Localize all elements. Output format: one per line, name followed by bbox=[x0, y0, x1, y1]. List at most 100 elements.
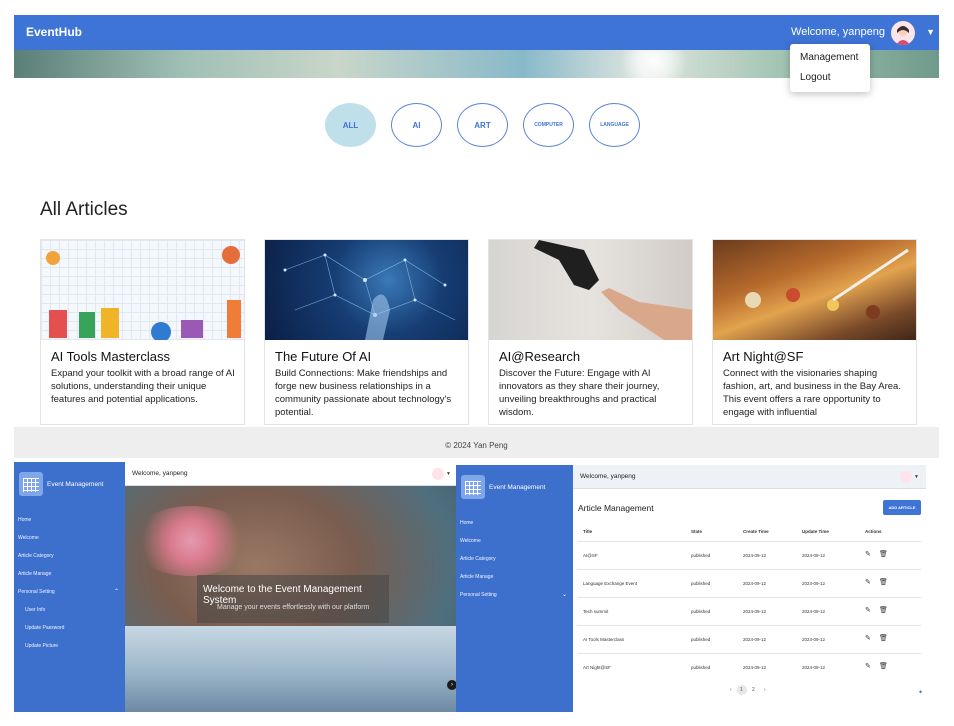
eventhub-home: EventHub Welcome, yanpeng ▼ Management L… bbox=[14, 15, 939, 458]
article-card[interactable]: Art Night@SF Connect with the visionarie… bbox=[712, 239, 917, 425]
pagination-page-1[interactable]: 1 bbox=[740, 687, 743, 693]
cell-update-time: 2024-09-12 bbox=[802, 609, 826, 614]
sidebar-item-user-info[interactable]: User Info bbox=[25, 607, 45, 613]
screenshot-collage: EventHub Welcome, yanpeng ▼ Management L… bbox=[0, 0, 954, 726]
pencil-icon[interactable]: ✎ bbox=[865, 662, 871, 670]
menu-item-management[interactable]: Management bbox=[800, 52, 858, 63]
article-image bbox=[713, 240, 916, 340]
avatar[interactable] bbox=[900, 471, 912, 483]
menu-item-logout[interactable]: Logout bbox=[800, 72, 831, 83]
event-management-welcome: Event Management Home Welcome Article Ca… bbox=[14, 462, 456, 712]
sparkle-icon[interactable]: ✦ bbox=[918, 689, 923, 696]
pagination-next[interactable]: › bbox=[764, 687, 766, 693]
sidebar-item-welcome[interactable]: Welcome bbox=[460, 538, 481, 544]
cell-create-time: 2024-09-12 bbox=[743, 553, 767, 558]
cell-create-time: 2024-09-12 bbox=[743, 637, 767, 642]
trash-icon[interactable]: 🗑 bbox=[879, 634, 888, 642]
cell-title: AI Tools Masterclass bbox=[583, 637, 625, 642]
table-row: Tech summit published 2024-09-12 2024-09… bbox=[577, 597, 921, 624]
category-filter-art[interactable]: ART bbox=[457, 103, 508, 147]
pagination-prev[interactable]: ‹ bbox=[730, 687, 732, 693]
hero-caption: Welcome to the Event Management System M… bbox=[197, 575, 389, 623]
copyright-text: © 2024 Yan Peng bbox=[445, 441, 508, 450]
pencil-icon[interactable]: ✎ bbox=[865, 606, 871, 614]
kids-illustration bbox=[46, 246, 241, 342]
table-row: Language Exchange Event published 2024-0… bbox=[577, 569, 921, 596]
article-card[interactable]: AI@Research Discover the Future: Engage … bbox=[488, 239, 693, 425]
brand-logo[interactable]: EventHub bbox=[26, 25, 82, 39]
user-dropdown-menu: Management Logout bbox=[790, 44, 870, 92]
sidebar-item-article-category[interactable]: Article Category bbox=[18, 553, 54, 559]
trash-icon[interactable]: 🗑 bbox=[879, 606, 888, 614]
trash-icon[interactable]: 🗑 bbox=[879, 662, 888, 670]
hero-decoration bbox=[125, 626, 456, 712]
cell-title: Language Exchange Event bbox=[583, 581, 638, 586]
sidebar-title: Event Management bbox=[489, 484, 546, 491]
article-image bbox=[489, 240, 692, 340]
cell-create-time: 2024-09-12 bbox=[743, 665, 767, 670]
cell-create-time: 2024-09-12 bbox=[743, 581, 767, 586]
sidebar-item-update-picture[interactable]: Update Picture bbox=[25, 643, 58, 649]
sidebar-item-welcome[interactable]: Welcome bbox=[18, 535, 39, 541]
welcome-hero: Welcome to the Event Management System M… bbox=[125, 486, 456, 712]
sidebar-title: Event Management bbox=[47, 481, 104, 488]
avatar[interactable] bbox=[432, 468, 444, 480]
sidebar-item-article-manage[interactable]: Article Manage bbox=[460, 574, 493, 580]
article-management-page: Event Management Home Welcome Article Ca… bbox=[456, 465, 926, 712]
carousel-next-button[interactable]: › bbox=[447, 680, 456, 690]
add-article-button[interactable]: ADD ARTICLE bbox=[883, 500, 921, 515]
cell-state: published bbox=[691, 553, 711, 558]
avatar-icon bbox=[896, 26, 910, 45]
chevron-down-icon[interactable]: ▼ bbox=[926, 27, 935, 37]
article-card[interactable]: The Future Of AI Build Connections: Make… bbox=[264, 239, 469, 425]
article-image bbox=[265, 240, 468, 340]
chevron-down-icon[interactable]: ⌄ bbox=[562, 591, 567, 598]
cell-create-time: 2024-09-12 bbox=[743, 609, 767, 614]
table-row: Art Night@SF published 2024-09-12 2024-0… bbox=[577, 653, 921, 680]
pencil-icon[interactable]: ✎ bbox=[865, 634, 871, 642]
trash-icon[interactable]: 🗑 bbox=[879, 550, 888, 558]
chevron-down-icon[interactable]: ▼ bbox=[446, 471, 451, 477]
cell-update-time: 2024-09-12 bbox=[802, 553, 826, 558]
hero-subtitle: Manage your events effortlessly with our… bbox=[217, 604, 370, 611]
sidebar-item-personal-setting[interactable]: Personal Setting bbox=[460, 592, 497, 598]
sidebar-item-personal-setting[interactable]: Personal Setting bbox=[18, 589, 55, 595]
cell-state: published bbox=[691, 609, 711, 614]
cell-state: published bbox=[691, 665, 711, 670]
category-filter-ai[interactable]: AI bbox=[391, 103, 442, 147]
app-header: Welcome, yanpeng ▼ bbox=[573, 465, 926, 489]
robot-hand-illustration bbox=[534, 240, 692, 340]
column-header-title: Title bbox=[583, 529, 593, 534]
sidebar-item-update-password[interactable]: Update Password bbox=[25, 625, 64, 631]
cell-state: published bbox=[691, 581, 711, 586]
category-filter-language[interactable]: LANGUAGE bbox=[589, 103, 640, 147]
pagination-page-2[interactable]: 2 bbox=[752, 687, 755, 693]
hero-decoration bbox=[131, 506, 251, 576]
article-card[interactable]: AI Tools Masterclass Expand your toolkit… bbox=[40, 239, 245, 425]
pencil-icon[interactable]: ✎ bbox=[865, 550, 871, 558]
sidebar-item-home[interactable]: Home bbox=[18, 517, 31, 523]
cell-title: Art Night@SF bbox=[583, 665, 611, 670]
category-filter-all[interactable]: ALL bbox=[325, 103, 376, 147]
hero-title: Welcome to the Event Management System bbox=[203, 584, 362, 606]
table-row: AI@SF published 2024-09-12 2024-09-12 ✎ … bbox=[577, 541, 921, 568]
cell-update-time: 2024-09-12 bbox=[802, 665, 826, 670]
sidebar-item-article-manage[interactable]: Article Manage bbox=[18, 571, 51, 577]
trash-icon[interactable]: 🗑 bbox=[879, 578, 888, 586]
app-header: Welcome, yanpeng ▼ bbox=[125, 462, 456, 486]
category-filter-computer[interactable]: COMPUTER bbox=[523, 103, 574, 147]
sidebar: Event Management Home Welcome Article Ca… bbox=[456, 465, 573, 712]
chevron-up-icon[interactable]: ⌃ bbox=[114, 588, 119, 595]
welcome-text: Welcome, yanpeng bbox=[132, 470, 188, 477]
calendar-icon bbox=[19, 472, 43, 496]
article-image bbox=[41, 240, 244, 342]
avatar[interactable] bbox=[891, 21, 915, 45]
pencil-icon[interactable]: ✎ bbox=[865, 578, 871, 586]
cell-state: published bbox=[691, 637, 711, 642]
sidebar-item-home[interactable]: Home bbox=[460, 520, 473, 526]
page-title: Article Management bbox=[578, 503, 654, 513]
sidebar-item-article-category[interactable]: Article Category bbox=[460, 556, 496, 562]
article-title: AI Tools Masterclass bbox=[51, 349, 170, 364]
chevron-down-icon[interactable]: ▼ bbox=[914, 474, 919, 480]
welcome-text: Welcome, yanpeng bbox=[580, 473, 636, 480]
